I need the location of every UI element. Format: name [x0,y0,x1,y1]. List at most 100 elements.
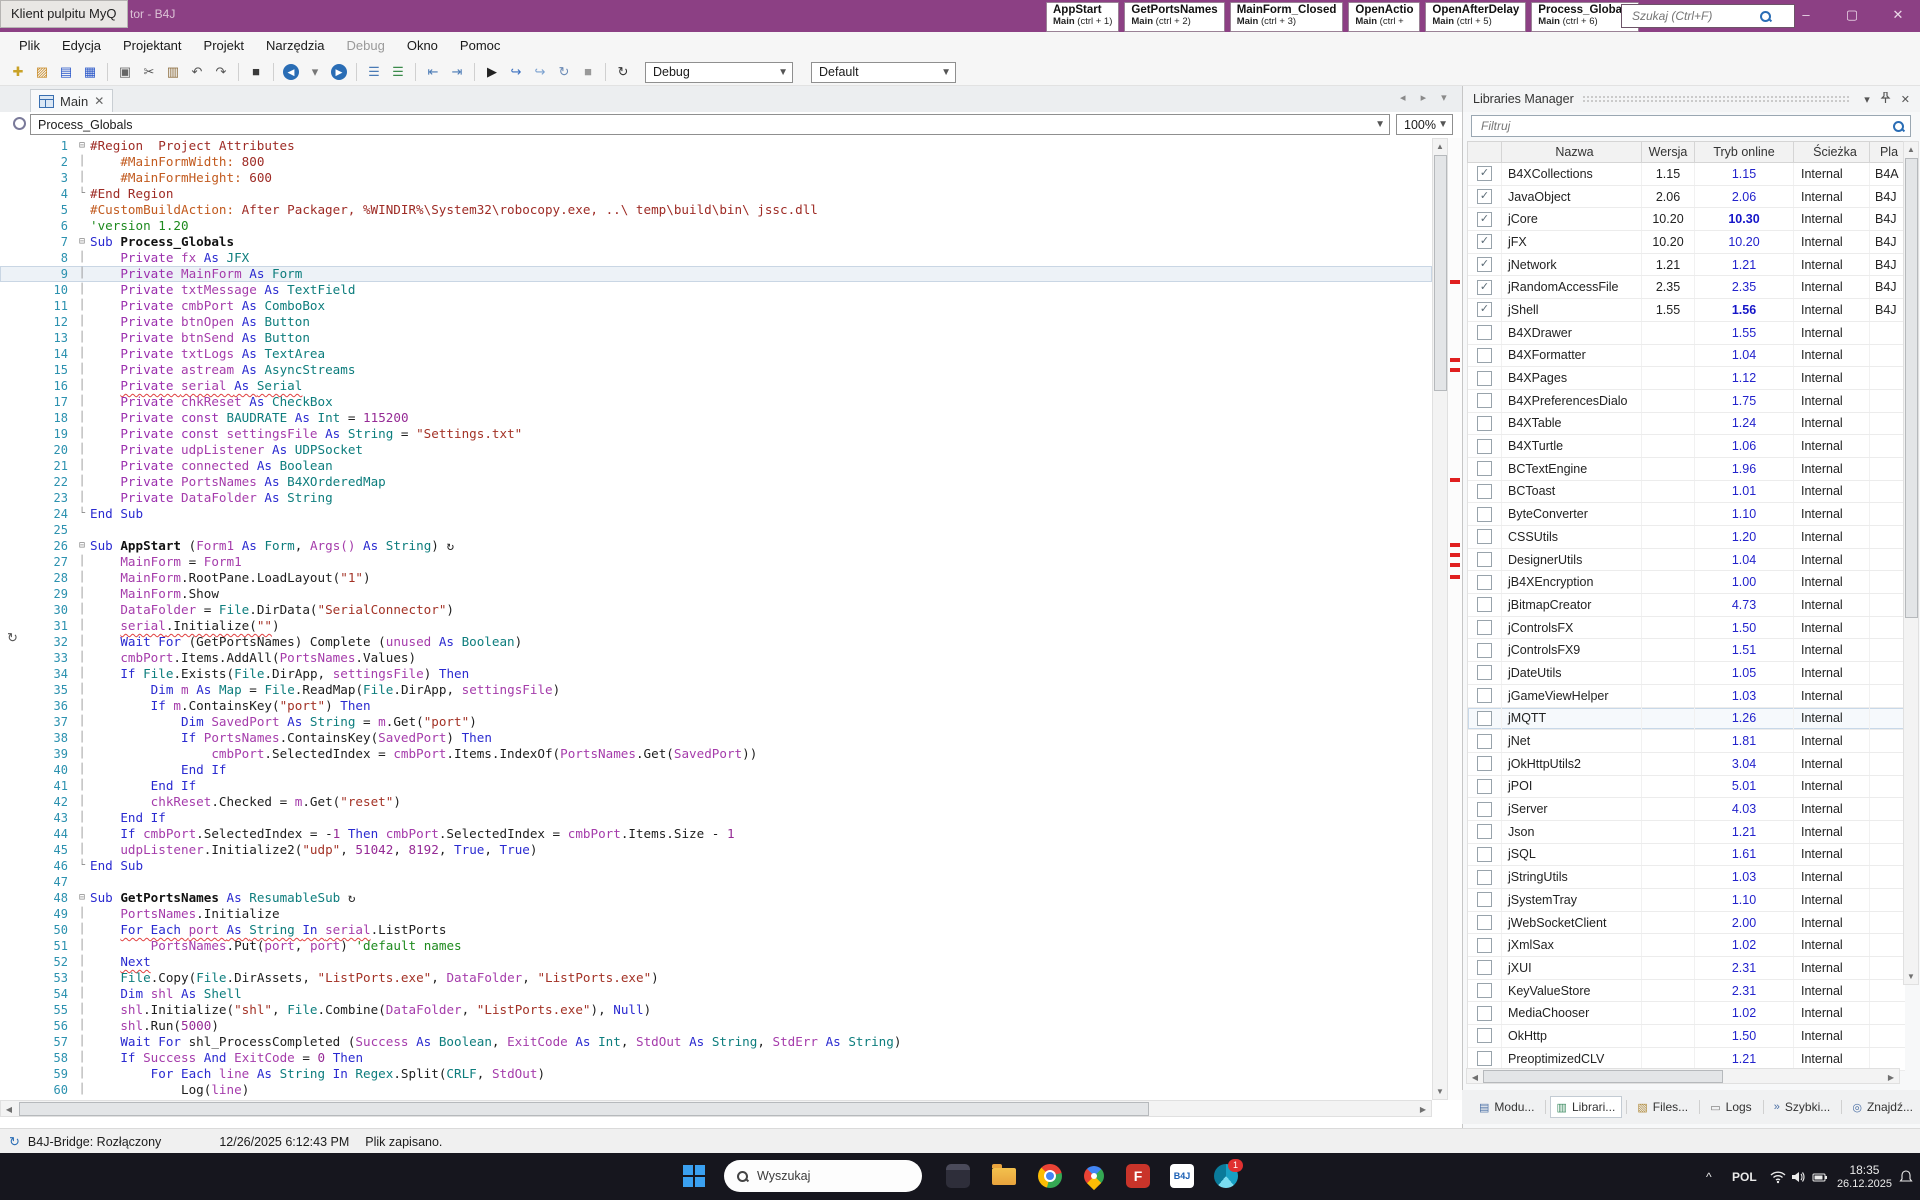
library-checkbox[interactable] [1477,802,1492,817]
code-line-19[interactable]: 19│ Private const settingsFile As String… [0,426,1432,442]
code-line-32[interactable]: 32│ Wait For (GetPortsNames) Complete (u… [0,634,1432,650]
library-checkbox[interactable] [1477,665,1492,680]
scrollbar-thumb[interactable] [1483,1070,1723,1083]
b4j-icon[interactable]: B4J [1168,1162,1196,1190]
error-mark[interactable] [1450,543,1460,547]
fold-collapse-icon[interactable]: ⊟ [76,890,88,906]
zoom-selector[interactable]: 100%▼ [1396,114,1453,135]
library-checkbox[interactable] [1477,779,1492,794]
scroll-right-icon[interactable]: ▶ [1418,1105,1428,1114]
file-explorer-icon[interactable] [990,1162,1018,1190]
code-line-42[interactable]: 42│ chkReset.Checked = m.Get("reset") [0,794,1432,810]
scroll-down-icon[interactable]: ▼ [1904,972,1918,981]
library-row-jRandomAccessFile[interactable]: ✓jRandomAccessFile2.352.35InternalB4J [1468,276,1905,299]
code-line-11[interactable]: 11│ Private cmbPort As ComboBox [0,298,1432,314]
outdent-icon[interactable]: ⇤ [422,61,444,83]
code-line-41[interactable]: 41│ End If [0,778,1432,794]
bottom-tab-znajdź[interactable]: ◎Znajdź... [1845,1096,1920,1118]
menu-plik[interactable]: Plik [8,32,51,59]
library-checkbox[interactable] [1477,1028,1492,1043]
code-line-25[interactable]: 25 [0,522,1432,538]
library-row-B4XPreferencesDialo[interactable]: B4XPreferencesDialo1.75Internal [1468,390,1905,413]
scrollbar-thumb[interactable] [1434,155,1447,391]
library-checkbox[interactable] [1477,416,1492,431]
library-checkbox[interactable] [1477,643,1492,658]
code-line-21[interactable]: 21│ Private connected As Boolean [0,458,1432,474]
code-line-43[interactable]: 43│ End If [0,810,1432,826]
library-checkbox[interactable] [1477,870,1492,885]
tab-scroll-arrows[interactable]: ◂ ▸ ▾ [1400,91,1453,104]
code-line-49[interactable]: 49│ PortsNames.Initialize [0,906,1432,922]
library-row-jSQL[interactable]: jSQL1.61Internal [1468,844,1905,867]
step-over-icon[interactable]: ↪ [529,61,551,83]
library-row-jGameViewHelper[interactable]: jGameViewHelper1.03Internal [1468,685,1905,708]
library-row-B4XDrawer[interactable]: B4XDrawer1.55Internal [1468,322,1905,345]
cut-icon[interactable]: ✂ [138,61,160,83]
library-row-jControlsFX[interactable]: jControlsFX1.50Internal [1468,617,1905,640]
code-line-52[interactable]: 52│ Next [0,954,1432,970]
menu-debug[interactable]: Debug [336,32,396,59]
tab-close-icon[interactable]: ✕ [94,94,104,108]
error-mark[interactable] [1450,280,1460,284]
start-button[interactable] [680,1162,708,1190]
code-line-6[interactable]: 6'version 1.20 [0,218,1432,234]
red-f-app-icon[interactable]: F [1124,1162,1152,1190]
library-row-jWebSocketClient[interactable]: jWebSocketClient2.00Internal [1468,912,1905,935]
menu-okno[interactable]: Okno [396,32,449,59]
library-row-JavaObject[interactable]: ✓JavaObject2.062.06InternalB4J [1468,186,1905,209]
chrome-icon[interactable] [1036,1162,1064,1190]
bottom-tab-files[interactable]: ▧Files... [1630,1096,1695,1118]
panel-header[interactable]: Libraries Manager ▾ ✕ [1463,86,1920,112]
save-icon[interactable]: ▤ [55,61,77,83]
code-line-37[interactable]: 37│ Dim SavedPort As String = m.Get("por… [0,714,1432,730]
library-row-jBitmapCreator[interactable]: jBitmapCreator4.73Internal [1468,594,1905,617]
library-row-CSSUtils[interactable]: CSSUtils1.20Internal [1468,526,1905,549]
code-line-31[interactable]: 31│ serial.Initialize("") [0,618,1432,634]
copy-icon[interactable]: ▣ [114,61,136,83]
library-row-ByteConverter[interactable]: ByteConverter1.10Internal [1468,503,1905,526]
paste-icon[interactable]: ▥ [162,61,184,83]
library-row-jControlsFX9[interactable]: jControlsFX91.51Internal [1468,639,1905,662]
library-row-B4XTurtle[interactable]: B4XTurtle1.06Internal [1468,435,1905,458]
library-checkbox[interactable]: ✓ [1477,166,1492,181]
taskbar-search[interactable]: Wyszukaj [724,1160,922,1192]
menu-projektant[interactable]: Projektant [112,32,193,59]
code-line-48[interactable]: 48⊟Sub GetPortsNames As ResumableSub ↻ [0,890,1432,906]
code-line-53[interactable]: 53│ File.Copy(File.DirAssets, "ListPorts… [0,970,1432,986]
menu-projekt[interactable]: Projekt [193,32,255,59]
code-line-28[interactable]: 28│ MainForm.RootPane.LoadLayout("1") [0,570,1432,586]
bottom-tab-szybki[interactable]: »Szybki... [1767,1096,1837,1118]
code-line-38[interactable]: 38│ If PortsNames.ContainsKey(SavedPort)… [0,730,1432,746]
quick-nav-appstart[interactable]: AppStartMain (ctrl + 1) [1046,2,1119,32]
library-checkbox[interactable] [1477,1051,1492,1066]
code-line-44[interactable]: 44│ If cmbPort.SelectedIndex = -1 Then c… [0,826,1432,842]
code-line-59[interactable]: 59│ For Each line As String In Regex.Spl… [0,1066,1432,1082]
library-row-B4XFormatter[interactable]: B4XFormatter1.04Internal [1468,345,1905,368]
fold-collapse-icon[interactable]: ⊟ [76,234,88,250]
code-line-15[interactable]: 15│ Private astream As AsyncStreams [0,362,1432,378]
library-checkbox[interactable] [1477,439,1492,454]
library-checkbox[interactable] [1477,393,1492,408]
wifi-icon[interactable] [1770,1153,1786,1200]
library-checkbox[interactable] [1477,915,1492,930]
maximize-button[interactable]: ▢ [1830,0,1874,30]
library-checkbox[interactable]: ✓ [1477,234,1492,249]
minimize-button[interactable]: – [1784,0,1828,30]
scroll-down-icon[interactable]: ▼ [1433,1087,1447,1096]
undo-icon[interactable]: ↶ [186,61,208,83]
language-indicator[interactable]: POL [1732,1153,1757,1200]
chevron-down-icon[interactable]: ▾ [1859,93,1875,106]
code-line-33[interactable]: 33│ cmbPort.Items.AddAll(PortsNames.Valu… [0,650,1432,666]
volume-icon[interactable] [1790,1153,1806,1200]
code-line-60[interactable]: 60│ Log(line) [0,1082,1432,1098]
library-checkbox[interactable]: ✓ [1477,212,1492,227]
library-checkbox[interactable] [1477,597,1492,612]
code-line-3[interactable]: 3│ #MainFormHeight: 600 [0,170,1432,186]
save-as-icon[interactable]: ▦ [79,61,101,83]
code-line-47[interactable]: 47 [0,874,1432,890]
notifications-app-icon[interactable]: 1 [1212,1162,1240,1190]
error-mark[interactable] [1450,563,1460,567]
column-path[interactable]: Ścieżka [1794,142,1870,162]
library-checkbox[interactable] [1477,371,1492,386]
library-checkbox[interactable] [1477,688,1492,703]
